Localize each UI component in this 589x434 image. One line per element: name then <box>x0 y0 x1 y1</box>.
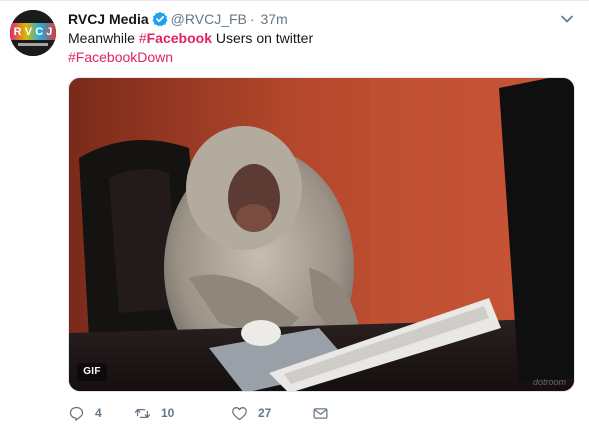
like-count: 27 <box>258 406 272 420</box>
avatar-letter: V <box>24 25 33 38</box>
avatar-letter: R <box>13 25 22 38</box>
heart-icon <box>232 406 247 420</box>
verified-badge-icon <box>152 11 168 27</box>
like-button[interactable]: 27 <box>231 402 271 424</box>
retweet-count: 10 <box>161 406 175 420</box>
reply-count: 4 <box>95 406 102 420</box>
tweet-text: Meanwhile #Facebook Users on twitter #Fa… <box>68 29 568 67</box>
tweet-actions: 4 10 27 <box>68 402 368 424</box>
divider <box>0 0 589 1</box>
handle[interactable]: @RVCJ_FB <box>171 11 247 27</box>
hashtag-facebookdown[interactable]: #FacebookDown <box>68 49 173 65</box>
gif-badge: GIF <box>77 363 107 381</box>
retweet-icon <box>134 408 151 418</box>
hashtag-facebook[interactable]: #Facebook <box>139 30 212 46</box>
hashtag-symbol: # <box>138 30 147 46</box>
watermark-text: dotroom <box>532 377 566 387</box>
chevron-down-icon[interactable] <box>560 12 574 26</box>
envelope-icon <box>313 407 328 419</box>
reply-icon <box>69 406 84 421</box>
tweet-text-post: Users on twitter <box>211 30 314 46</box>
display-name[interactable]: RVCJ Media <box>68 11 149 27</box>
tweet-text-line: Meanwhile #Facebook Users on twitter <box>68 29 568 48</box>
reply-button[interactable]: 4 <box>68 402 102 424</box>
gif-frame-image <box>69 78 574 391</box>
tweet-card[interactable]: R V C J RVCJ Media @RVCJ_FB · 37m Meanwhi… <box>0 0 589 434</box>
avatar-letter: J <box>46 25 53 38</box>
tweet-header: RVCJ Media @RVCJ_FB · 37m <box>68 10 288 30</box>
avatar-letter: C <box>35 25 44 38</box>
retweet-button[interactable]: 10 <box>134 402 174 424</box>
separator: · <box>249 11 255 27</box>
hashtag-word: Facebook <box>146 30 212 46</box>
timestamp[interactable]: 37m <box>260 11 287 27</box>
tweet-text-pre: Meanwhile <box>68 30 139 46</box>
media-gif[interactable]: GIF dotroom <box>68 77 575 392</box>
avatar[interactable]: R V C J <box>10 10 56 56</box>
direct-message-button[interactable] <box>312 402 329 424</box>
